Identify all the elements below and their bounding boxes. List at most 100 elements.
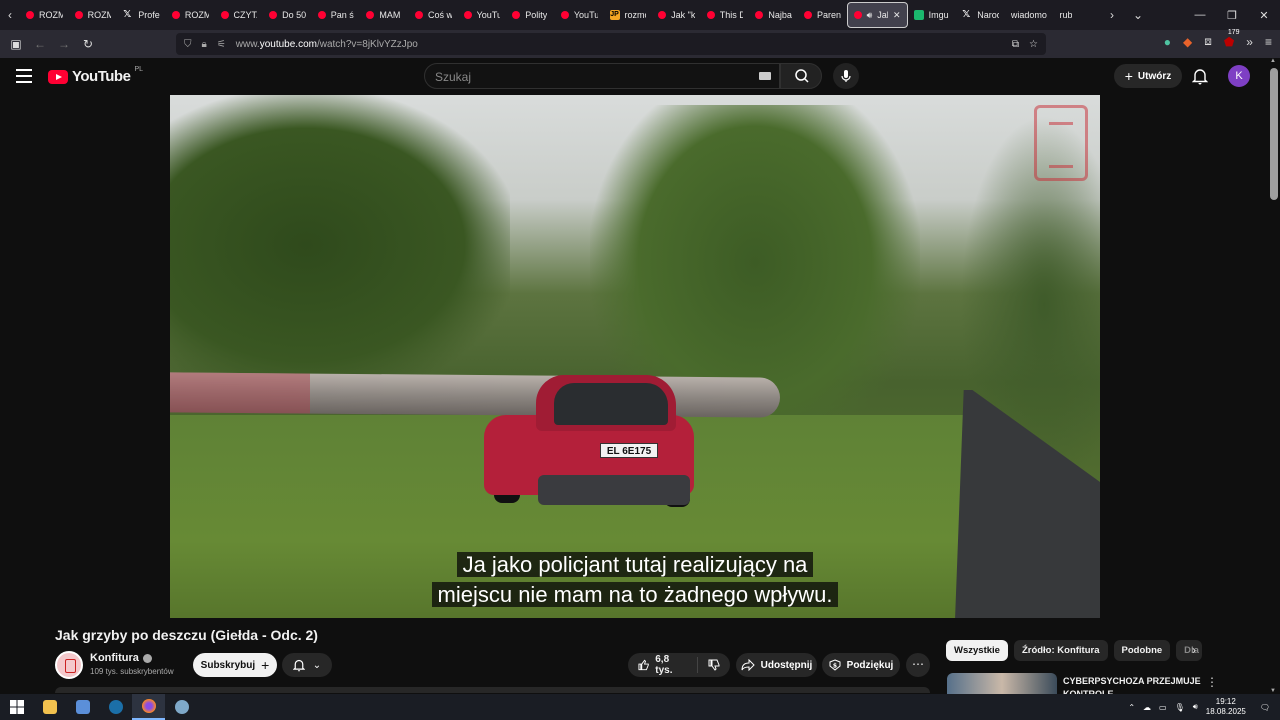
browser-tab[interactable]: 𝕏 Narod	[956, 2, 1005, 28]
tab-scroll-right-icon[interactable]: ›	[1102, 8, 1122, 22]
share-button[interactable]: Udostępnij	[736, 653, 817, 677]
like-button[interactable]: 6,8 tys.	[628, 654, 698, 676]
thanks-button[interactable]: $ Podziękuj	[822, 653, 900, 677]
channel-name[interactable]: Konfitura	[90, 652, 139, 664]
search-button[interactable]	[780, 63, 822, 89]
close-tab-icon[interactable]: ✕	[893, 10, 901, 21]
browser-tab[interactable]: ROZM	[69, 2, 118, 28]
shield-icon[interactable]: ⛉	[184, 39, 192, 50]
firefox-icon[interactable]	[132, 694, 165, 720]
browser-tab[interactable]: Polity	[506, 2, 555, 28]
keyboard-icon[interactable]	[759, 72, 771, 80]
recommendation-title[interactable]: CYBERPSYCHOZA PRZEJMUJE KONTROLE	[1063, 675, 1203, 695]
filter-chip[interactable]: Dla	[1176, 640, 1203, 661]
close-window-icon[interactable]: ✕	[1248, 9, 1280, 22]
monitor-icon[interactable]: ▭	[1159, 703, 1167, 712]
browser-tab[interactable]: YouTu	[555, 2, 604, 28]
filter-chips: Wszystkie Źródło: Konfitura Podobne Dla	[946, 640, 1203, 661]
youtube-header: YouTube PL Szukaj + Utwórz K	[0, 58, 1268, 95]
browser-tab[interactable]: CZYTA	[215, 2, 264, 28]
tray-overflow-icon[interactable]: ⌃	[1128, 703, 1135, 712]
start-windows-icon[interactable]	[0, 694, 33, 720]
restore-icon[interactable]: ❐	[1216, 9, 1248, 22]
browser-tab[interactable]: ROZM	[20, 2, 69, 28]
sidebar-toggle-icon[interactable]: ▣	[4, 37, 28, 51]
youtube-icon	[26, 11, 34, 19]
browser-tab[interactable]: ROZM	[166, 2, 215, 28]
utility-app-icon[interactable]	[165, 694, 198, 720]
channel-watermark-icon[interactable]	[1034, 105, 1088, 181]
extensions-puzzle-icon[interactable]: ⧈	[1204, 34, 1212, 49]
scroll-thumb[interactable]	[1270, 68, 1278, 200]
cloud-icon[interactable]: ☁	[1143, 703, 1151, 712]
speaker-icon[interactable]: 🔊︎	[867, 10, 873, 21]
browser-tab[interactable]: 𝕏 Profes	[117, 2, 166, 28]
overflow-chevrons-icon[interactable]: »	[1246, 35, 1253, 49]
browser-tab[interactable]: Do 50	[263, 2, 312, 28]
microphone-icon	[841, 70, 851, 82]
search-input[interactable]: Szukaj	[424, 63, 780, 89]
filter-chip[interactable]: Podobne	[1113, 640, 1171, 661]
browser-tab[interactable]: Jak "k	[652, 2, 701, 28]
browser-tab[interactable]: Imgu	[908, 2, 957, 28]
user-avatar[interactable]: K	[1228, 65, 1250, 87]
filter-chip[interactable]: Źródło: Konfitura	[1013, 640, 1108, 661]
browser-tab[interactable]: rub	[1053, 2, 1102, 28]
notification-settings-button[interactable]: ⌄	[282, 653, 332, 677]
recommendation-thumbnail[interactable]	[947, 673, 1057, 694]
voice-search-button[interactable]	[833, 63, 859, 89]
filter-chip[interactable]: Wszystkie	[946, 640, 1008, 661]
dislike-button[interactable]	[698, 659, 730, 671]
browser-tab[interactable]: JP rozmo	[604, 2, 653, 28]
steam-icon[interactable]	[99, 694, 132, 720]
fox-extension-icon[interactable]: ◆	[1183, 35, 1192, 49]
file-explorer-icon[interactable]	[33, 694, 66, 720]
browser-tab[interactable]: Pan ś	[312, 2, 361, 28]
volume-icon[interactable]: 🔊︎	[1193, 702, 1198, 712]
channel-name-row[interactable]: Konfitura	[90, 652, 152, 664]
bookmark-star-icon[interactable]: ☆	[1029, 39, 1038, 50]
chips-next-icon[interactable]: ›	[1192, 643, 1196, 657]
video-player[interactable]: EL 6E175 Ja jako policjant tutaj realizu…	[170, 95, 1100, 618]
thanks-label: Podziękuj	[846, 659, 894, 671]
scroll-up-icon[interactable]: ▲	[1270, 58, 1276, 64]
vpn-shield-icon[interactable]: ●	[1164, 35, 1171, 49]
permissions-icon[interactable]: ⚟	[217, 39, 226, 50]
recommendation-menu-icon[interactable]: ⋮	[1206, 675, 1218, 689]
browser-tab[interactable]: wiadomoś	[1005, 2, 1054, 28]
browser-tab[interactable]: This D	[701, 2, 750, 28]
computer-icon[interactable]	[66, 694, 99, 720]
clock[interactable]: 19:12 18.08.2025	[1206, 697, 1246, 717]
page-scrollbar[interactable]: ▲ ▼	[1268, 58, 1280, 694]
notifications-bell-icon[interactable]	[1192, 67, 1208, 85]
tab-list-dropdown-icon[interactable]: ⌄	[1122, 8, 1154, 22]
forward-icon[interactable]: →	[52, 37, 76, 51]
reload-icon[interactable]: ↻	[76, 37, 100, 51]
picture-in-picture-icon[interactable]: ⧉	[1012, 39, 1019, 50]
minimize-icon[interactable]: —	[1184, 9, 1216, 22]
more-actions-button[interactable]: ⋯	[906, 653, 930, 677]
url-bar[interactable]: ⛉ 🔒︎ ⚟ www.youtube.com/watch?v=8jKlvYZzJ…	[176, 33, 1046, 55]
tab-scroll-left-icon[interactable]: ‹	[0, 8, 20, 22]
tab-list: ROZM ROZM 𝕏 Profes ROZM CZYTA Do 50 Pan ś MAM Coś…	[20, 0, 1102, 30]
youtube-icon	[220, 11, 229, 19]
description-box[interactable]	[55, 687, 930, 693]
ublock-icon[interactable]: ⬟ 179	[1224, 28, 1240, 49]
browser-tab-strip: ‹ ROZM ROZM 𝕏 Profes ROZM CZYTA Do 50 Pan ś MAM C…	[0, 0, 1280, 30]
browser-tab[interactable]: Najba	[749, 2, 798, 28]
create-button[interactable]: + Utwórz	[1114, 64, 1182, 88]
hamburger-menu-icon[interactable]	[16, 69, 32, 83]
channel-avatar[interactable]	[55, 651, 83, 679]
browser-tab[interactable]: MAM	[360, 2, 409, 28]
browser-tab[interactable]: Coś w	[409, 2, 458, 28]
back-icon[interactable]: ←	[28, 37, 52, 51]
browser-tab-active[interactable]: 🔊︎ Jak ✕	[846, 2, 908, 28]
youtube-logo[interactable]: YouTube PL	[48, 66, 143, 85]
microphone-icon[interactable]: 🎙︎	[1175, 703, 1185, 712]
subscribe-button[interactable]: Subskrybuj +	[193, 653, 277, 677]
notification-center-icon[interactable]: 🗨︎	[1260, 703, 1270, 712]
browser-tab[interactable]: YouTu	[458, 2, 507, 28]
browser-tab[interactable]: Paren	[798, 2, 847, 28]
app-menu-icon[interactable]: ≡	[1265, 35, 1272, 49]
lock-icon[interactable]: 🔒︎	[202, 39, 207, 50]
